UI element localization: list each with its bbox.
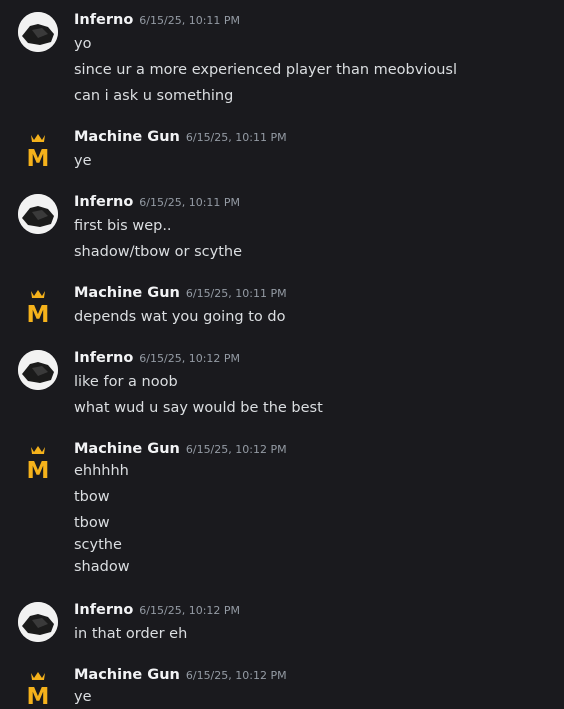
timestamp: 6/15/25, 10:12 PM (139, 604, 241, 617)
inferno-avatar-icon (18, 12, 58, 52)
timestamp: 6/15/25, 10:12 PM (139, 352, 241, 365)
avatar[interactable] (18, 602, 58, 642)
message-line: since ur a more experienced player than … (74, 62, 458, 78)
author-name[interactable]: Machine Gun 6/15/25, 10:12 PM (74, 441, 287, 457)
timestamp: 6/15/25, 10:11 PM (139, 14, 241, 27)
timestamp: 6/15/25, 10:11 PM (139, 196, 241, 209)
message-line: shadow/tbow or scythe (74, 244, 243, 260)
message-line: ye (74, 153, 92, 169)
message-line: tbow (74, 489, 110, 505)
timestamp: 6/15/25, 10:12 PM (185, 669, 287, 682)
crown-m-avatar-icon: M (27, 672, 50, 709)
avatar[interactable] (18, 194, 58, 234)
svg-text:M: M (27, 458, 50, 483)
avatar[interactable]: M (18, 443, 58, 483)
message-line: shadow (74, 559, 130, 575)
message-line: in that order eh (74, 626, 188, 642)
svg-text:M: M (27, 146, 50, 171)
crown-m-avatar-icon: M (27, 134, 50, 171)
message-line: like for a noob (74, 374, 178, 390)
message-line: ehhhhh (74, 463, 129, 479)
svg-text:M: M (27, 302, 50, 327)
avatar[interactable] (18, 350, 58, 390)
message-line: yo (74, 36, 92, 52)
inferno-avatar-icon (18, 194, 58, 234)
avatar[interactable]: M (18, 287, 58, 327)
inferno-avatar-icon (18, 350, 58, 390)
avatar[interactable] (18, 12, 58, 52)
message-line: scythe (74, 537, 122, 553)
inferno-avatar-icon (18, 602, 58, 642)
crown-m-avatar-icon: M (27, 290, 50, 327)
message-line: depends wat you going to do (74, 309, 286, 325)
timestamp: 6/15/25, 10:11 PM (185, 131, 287, 144)
author-name[interactable]: Machine Gun 6/15/25, 10:12 PM (74, 667, 287, 683)
crown-m-avatar-icon: M (27, 446, 50, 483)
author-name[interactable]: Machine Gun 6/15/25, 10:11 PM (74, 129, 287, 145)
author-name[interactable]: Inferno 6/15/25, 10:12 PM (74, 602, 240, 618)
avatar[interactable]: M (18, 669, 58, 709)
author-name[interactable]: Inferno 6/15/25, 10:12 PM (74, 350, 240, 366)
message-line: tbow (74, 515, 110, 531)
author-name[interactable]: Machine Gun 6/15/25, 10:11 PM (74, 285, 287, 301)
message-line: first bis wep.. (74, 218, 172, 234)
message-line: ye (74, 689, 92, 705)
avatar[interactable]: M (18, 131, 58, 171)
svg-text:M: M (27, 684, 50, 709)
timestamp: 6/15/25, 10:11 PM (185, 287, 287, 300)
message-line: what wud u say would be the best (74, 400, 323, 416)
author-name[interactable]: Inferno 6/15/25, 10:11 PM (74, 12, 240, 28)
message-line: can i ask u something (74, 88, 234, 104)
author-name[interactable]: Inferno 6/15/25, 10:11 PM (74, 194, 240, 210)
timestamp: 6/15/25, 10:12 PM (185, 443, 287, 456)
